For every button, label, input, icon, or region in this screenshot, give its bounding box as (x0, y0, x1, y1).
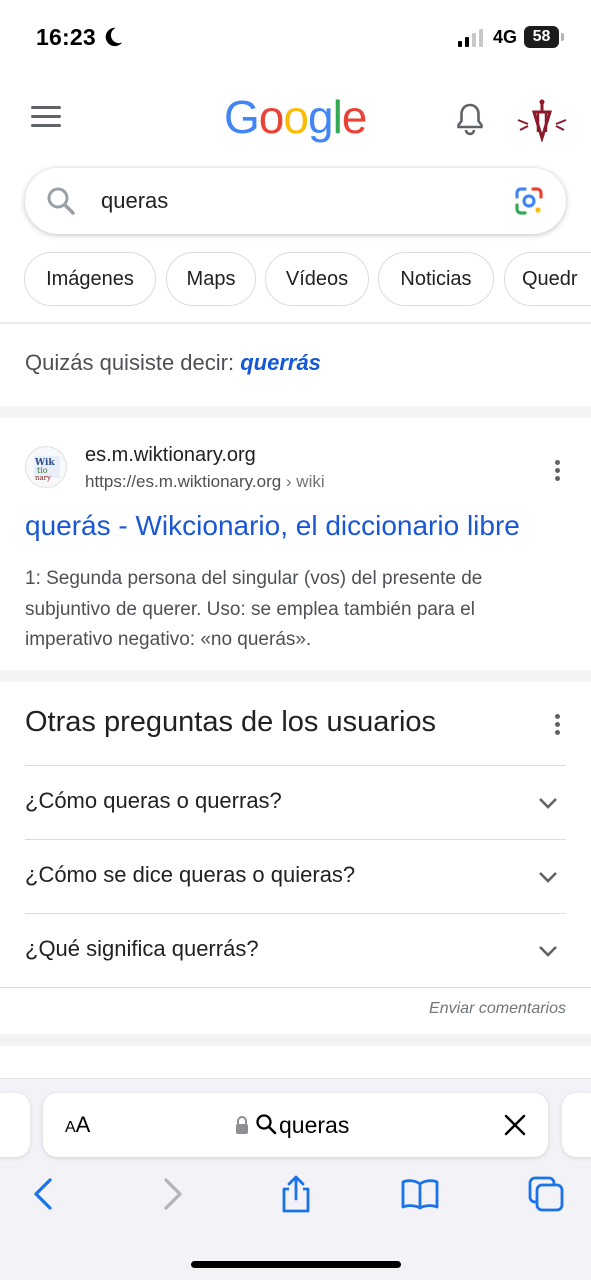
chevron-down-icon[interactable] (538, 796, 558, 810)
did-you-mean-link[interactable]: querrás (240, 350, 321, 375)
safari-toolbar: AA queras (0, 1078, 591, 1280)
filter-chips: Imágenes Maps Vídeos Noticias Quedr (0, 252, 591, 308)
address-bar[interactable]: AA queras (43, 1093, 548, 1157)
result-site-name[interactable]: es.m.wiktionary.org (85, 444, 256, 467)
next-tab-preview[interactable] (562, 1093, 591, 1157)
chip-videos[interactable]: Vídeos (265, 252, 369, 306)
result-snippet: 1: Segunda persona del singular (vos) de… (25, 568, 483, 650)
section-divider (0, 406, 591, 418)
more-options-icon[interactable] (553, 460, 561, 484)
paa-question[interactable]: ¿Qué significa querrás? (25, 936, 259, 962)
reader-settings-button[interactable]: AA (65, 1112, 90, 1138)
google-logo[interactable]: Google (224, 90, 368, 144)
chip-more[interactable]: Quedr (504, 252, 591, 306)
lock-icon (236, 1116, 248, 1134)
chip-images[interactable]: Imágenes (24, 252, 156, 306)
status-bar: 16:23 4G 58 (0, 0, 591, 72)
signal-icon (458, 29, 483, 47)
forward-icon[interactable] (152, 1174, 192, 1214)
share-icon[interactable] (276, 1174, 316, 1214)
home-indicator[interactable] (191, 1261, 401, 1268)
svg-text:nary: nary (35, 474, 51, 482)
google-lens-icon[interactable] (513, 185, 545, 217)
site-favicon: Wik tio nary (25, 446, 67, 488)
status-time: 16:23 (36, 24, 96, 50)
logo-letter: e (341, 91, 368, 143)
logo-letter: o (283, 91, 309, 143)
divider (25, 765, 566, 766)
account-avatar[interactable] (516, 98, 568, 142)
chip-maps[interactable]: Maps (166, 252, 256, 306)
search-input[interactable]: queras (101, 188, 168, 214)
divider (0, 322, 591, 324)
divider (0, 987, 591, 988)
address-url[interactable]: queras (279, 1112, 349, 1139)
chevron-down-icon[interactable] (538, 944, 558, 958)
search-box[interactable]: queras (25, 168, 566, 234)
logo-letter: o (258, 91, 285, 143)
moon-icon (105, 27, 123, 47)
divider (25, 839, 566, 840)
section-divider (0, 1034, 591, 1046)
battery-icon: 58 (524, 26, 564, 48)
logo-letter: G (224, 91, 260, 143)
paa-more-options-icon[interactable] (553, 714, 561, 738)
chevron-down-icon[interactable] (538, 870, 558, 884)
logo-letter: l (332, 91, 343, 143)
paa-question[interactable]: ¿Cómo queras o querras? (25, 788, 282, 814)
previous-tab-preview[interactable] (0, 1093, 30, 1157)
result-title-link[interactable]: querás - Wikcionario, el diccionario lib… (25, 510, 520, 542)
did-you-mean-prefix: Quizás quisiste decir: (25, 350, 241, 375)
battery-level: 58 (532, 28, 551, 45)
network-type: 4G (493, 27, 518, 47)
menu-icon[interactable] (31, 106, 61, 128)
bell-icon[interactable] (454, 102, 486, 136)
section-divider (0, 670, 591, 682)
chip-news[interactable]: Noticias (378, 252, 494, 306)
divider (25, 913, 566, 914)
result-url[interactable]: https://es.m.wiktionary.org › wiki (85, 472, 325, 492)
search-icon (256, 1114, 277, 1135)
send-feedback-link[interactable]: Enviar comentarios (429, 1000, 566, 1018)
paa-title: Otras preguntas de los usuarios (25, 706, 437, 738)
paa-question[interactable]: ¿Cómo se dice queras o quieras? (25, 862, 355, 888)
close-icon[interactable] (503, 1113, 527, 1137)
google-header: Google (0, 80, 591, 160)
logo-letter: g (307, 91, 334, 143)
back-icon[interactable] (25, 1174, 65, 1214)
did-you-mean: Quizás quisiste decir: querrás (25, 350, 321, 376)
result-breadcrumb: › wiki (281, 472, 325, 491)
search-icon (47, 187, 75, 215)
result-url-host: https://es.m.wiktionary.org (85, 472, 282, 491)
bookmarks-icon[interactable] (400, 1174, 440, 1214)
tabs-icon[interactable] (526, 1174, 566, 1214)
